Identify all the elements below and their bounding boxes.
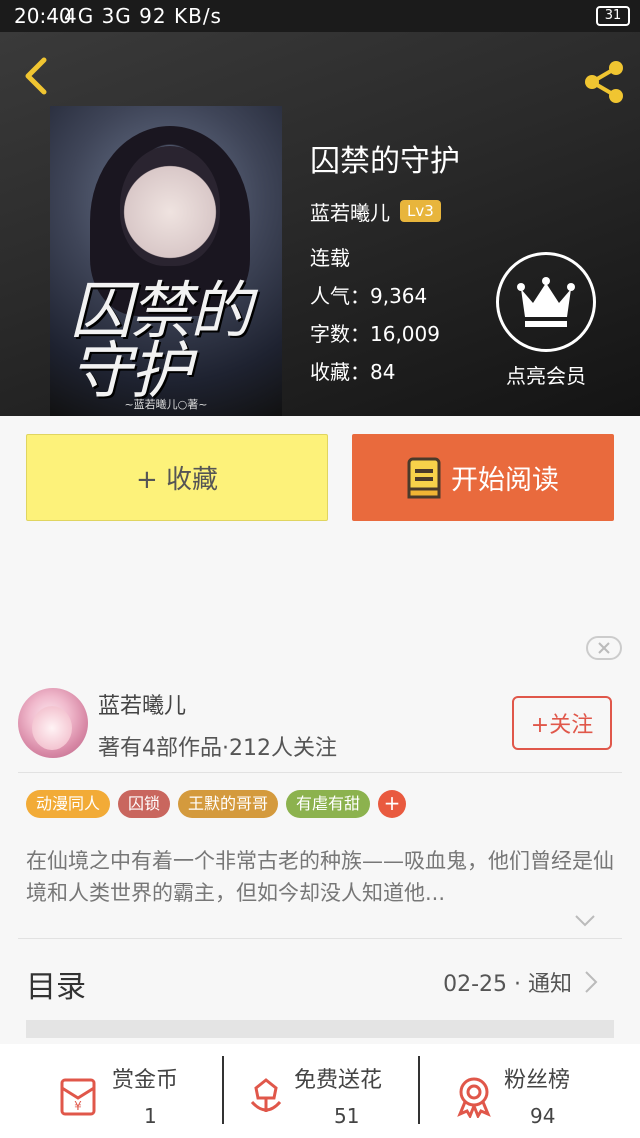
follow-button[interactable]: +关注 xyxy=(512,696,612,750)
flowers-value: 51 xyxy=(334,1104,360,1128)
status-bar: 20:40 4G 3G 92 KB/s 31 xyxy=(0,0,640,32)
section-separator xyxy=(26,1020,614,1038)
toc-notice: 02-25 · 通知 xyxy=(443,972,572,997)
medal-icon xyxy=(457,1077,491,1118)
send-flowers-button[interactable]: 免费送花 51 xyxy=(244,1054,414,1134)
table-of-contents-row[interactable]: 目录 02-25 · 通知 xyxy=(26,952,600,1010)
author-name[interactable]: 蓝若曦儿 xyxy=(310,197,390,226)
cover-author: ~蓝若曦儿○著~ xyxy=(124,398,208,411)
popularity: 人气：9,364 xyxy=(310,284,428,308)
author-avatar[interactable] xyxy=(18,688,88,758)
fan-ranking-button[interactable]: 粉丝榜 94 xyxy=(452,1054,602,1134)
divider xyxy=(222,1056,224,1124)
divider xyxy=(18,938,622,939)
cover-title: 囚禁的守护 xyxy=(70,274,252,407)
book-title: 囚禁的守护 xyxy=(310,144,460,179)
fans-label: 粉丝榜 xyxy=(504,1068,571,1093)
start-reading-button[interactable]: 开始阅读 xyxy=(352,434,614,521)
toc-title: 目录 xyxy=(26,970,86,1005)
book-icon xyxy=(407,457,441,498)
divider xyxy=(18,772,622,773)
flowers-label: 免费送花 xyxy=(294,1068,383,1093)
divider xyxy=(418,1056,420,1124)
reward-label: 赏金币 xyxy=(112,1068,179,1093)
book-description[interactable]: 在仙境之中有着一个非常古老的种族——吸血鬼，他们曾经是仙境和人类世界的霸主，但如… xyxy=(26,845,616,909)
level-badge: Lv3 xyxy=(400,200,441,222)
tag-item[interactable]: 王默的哥哥 xyxy=(178,790,279,818)
tag-item[interactable]: 动漫同人 xyxy=(26,790,111,818)
flower-icon xyxy=(250,1078,282,1112)
close-icon xyxy=(598,642,610,654)
author-card-summary: 著有4部作品·212人关注 xyxy=(98,736,337,761)
tag-item[interactable]: 囚锁 xyxy=(118,790,171,818)
vip-button[interactable]: 点亮会员 xyxy=(488,252,604,389)
svg-text:¥: ¥ xyxy=(74,1099,82,1113)
fans-value: 94 xyxy=(530,1104,556,1128)
reward-coins-button[interactable]: ¥ 赏金币 1 xyxy=(56,1054,206,1134)
network-speed: 92 KB/s xyxy=(139,4,222,28)
chevron-right-icon xyxy=(585,971,598,993)
add-tag-button[interactable]: + xyxy=(378,790,407,818)
tag-item[interactable]: 有虐有甜 xyxy=(286,790,371,818)
red-envelope-icon: ¥ xyxy=(60,1078,96,1116)
bottom-action-bar: ¥ 赏金币 1 免费送花 51 粉丝榜 94 xyxy=(0,1044,640,1138)
word-count: 字数：16,009 xyxy=(310,322,440,346)
crown-icon xyxy=(496,252,596,352)
author-card[interactable]: 蓝若曦儿 著有4部作品·212人关注 +关注 xyxy=(18,686,622,772)
tag-list: 动漫同人 囚锁 王默的哥哥 有虐有甜 + xyxy=(26,790,407,818)
status-time: 20:40 xyxy=(14,4,72,28)
battery-icon: 31 xyxy=(596,6,630,26)
share-icon xyxy=(585,61,623,103)
network-type: 4G 3G xyxy=(64,4,132,28)
vip-label: 点亮会员 xyxy=(506,364,586,388)
reward-value: 1 xyxy=(144,1104,157,1128)
back-arrow-icon xyxy=(25,57,47,95)
back-button[interactable] xyxy=(14,54,58,98)
book-cover[interactable]: 囚禁的守护 ~蓝若曦儿○著~ xyxy=(50,106,282,416)
close-ad-button[interactable] xyxy=(586,636,622,660)
start-reading-label: 开始阅读 xyxy=(451,465,559,496)
book-header: 囚禁的守护 ~蓝若曦儿○著~ 囚禁的守护 蓝若曦儿 Lv3 连载 人气：9,36… xyxy=(0,32,640,416)
collect-button[interactable]: + 收藏 xyxy=(26,434,328,521)
chevron-down-icon[interactable] xyxy=(574,914,596,928)
share-button[interactable] xyxy=(578,56,630,108)
author-row[interactable]: 蓝若曦儿 Lv3 xyxy=(310,196,441,226)
serial-status: 连载 xyxy=(310,246,350,270)
status-network: 4G 3G 92 KB/s xyxy=(64,4,222,28)
author-card-name[interactable]: 蓝若曦儿 xyxy=(98,688,186,720)
cover-character xyxy=(120,146,220,266)
favorites-count: 收藏：84 xyxy=(310,360,396,384)
